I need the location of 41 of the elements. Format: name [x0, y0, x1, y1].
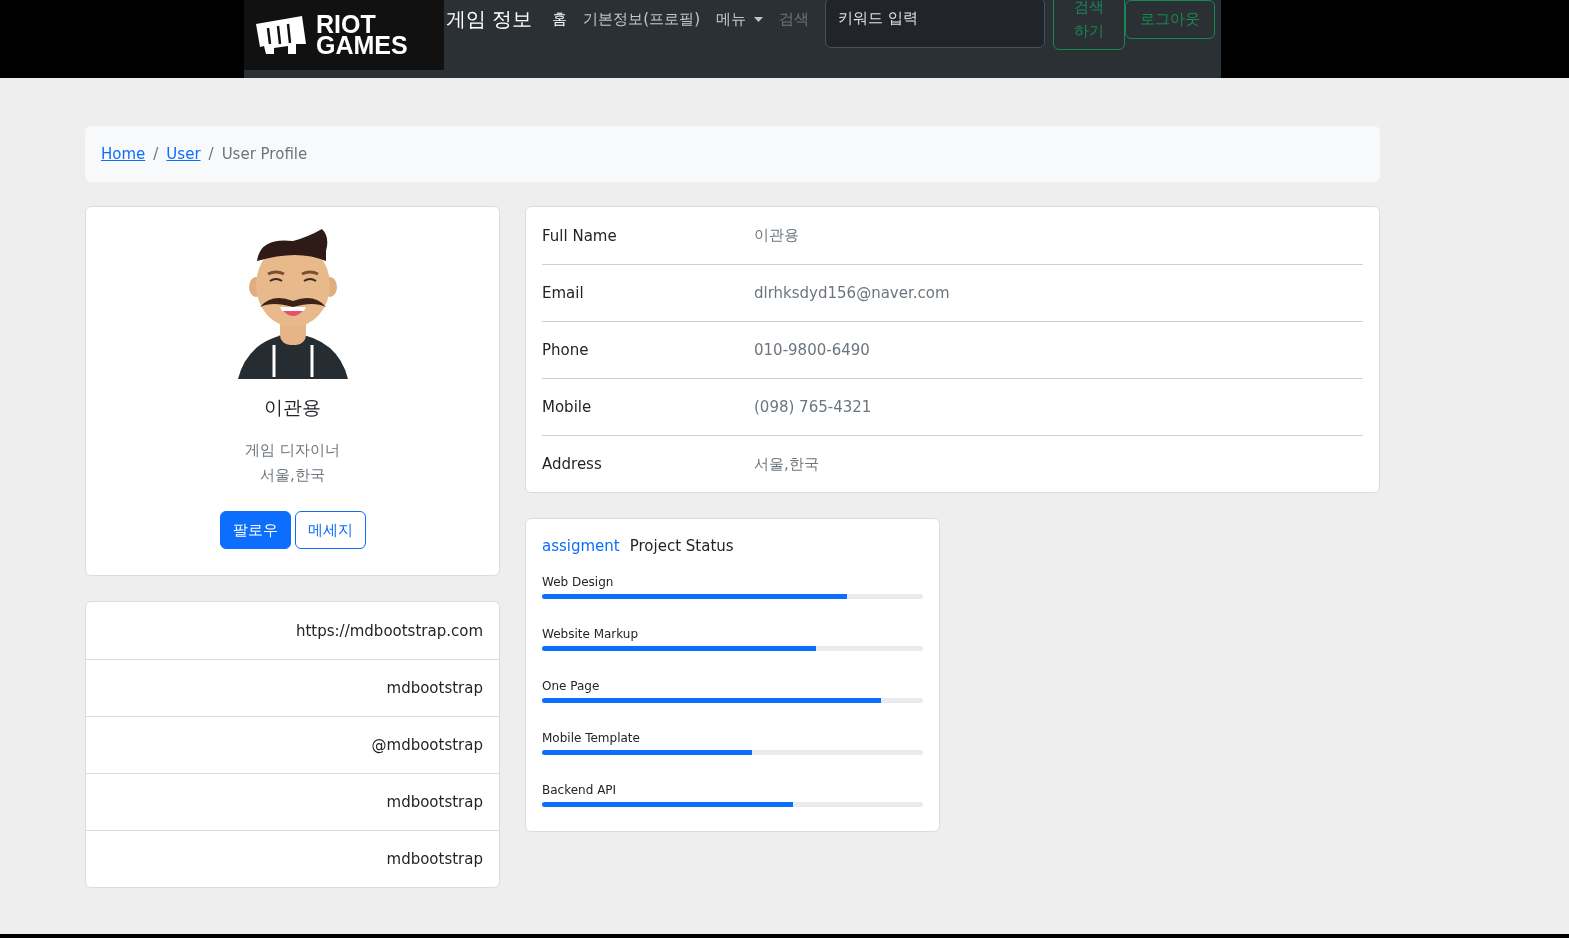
nav-link[interactable]: 메뉴 [716, 10, 764, 29]
breadcrumb-separator: / [208, 145, 214, 163]
search-field[interactable]: 키워드 입력 [825, 0, 1046, 48]
card-title: Project Status [629, 537, 734, 555]
link-text: mdbootstrap [386, 793, 483, 811]
breadcrumb-link[interactable]: Home [101, 145, 146, 163]
caret-icon [754, 17, 764, 22]
link-text: https://mdbootstrap.com [295, 621, 483, 640]
breadcrumb-separator: / [153, 145, 159, 163]
progress-label: Mobile Template [542, 731, 641, 745]
detail-label: Phone [542, 341, 590, 359]
nav-link[interactable]: 기본정보(프로필) [583, 10, 701, 29]
detail-value: 이관용 [754, 226, 799, 245]
profile-name: 이관용 [264, 395, 321, 420]
detail-label: Email [542, 284, 585, 302]
detail-value: dlrhksdyd156@naver.com [754, 284, 950, 302]
link-text: mdbootstrap [386, 679, 483, 697]
follow-button[interactable]: 팔로우 [219, 511, 291, 549]
search-button[interactable]: 검색 하기 [1053, 0, 1126, 50]
brand-title[interactable]: 게임 정보 [446, 6, 533, 33]
profile-role: 게임 디자이너 [245, 441, 340, 460]
profile-location: 서울,한국 [260, 466, 325, 485]
nav-link[interactable]: 홈 [552, 10, 568, 29]
detail-label: Mobile [542, 398, 593, 416]
detail-value: 서울,한국 [754, 454, 819, 474]
breadcrumb-link[interactable]: User [166, 145, 201, 163]
detail-label: Full Name [542, 226, 618, 245]
breadcrumb-current: User Profile [221, 145, 308, 163]
progress-label: Backend API [542, 783, 618, 797]
message-button[interactable]: 메세지 [294, 511, 366, 549]
detail-label: Address [542, 455, 603, 473]
progress-label: Website Markup [542, 627, 640, 641]
assignment-tag: assigment [542, 537, 620, 555]
link-text: @mdbootstrap [371, 736, 483, 754]
detail-value: (098) 765-4321 [754, 398, 872, 416]
progress-label: One Page [542, 679, 601, 693]
logout-button[interactable]: 로그아웃 [1125, 0, 1216, 39]
detail-value: 010-9800-6490 [754, 341, 870, 359]
progress-label: Web Design [542, 575, 615, 589]
link-text: mdbootstrap [386, 850, 483, 868]
logo[interactable]: RIOT GAMES [244, 0, 444, 70]
